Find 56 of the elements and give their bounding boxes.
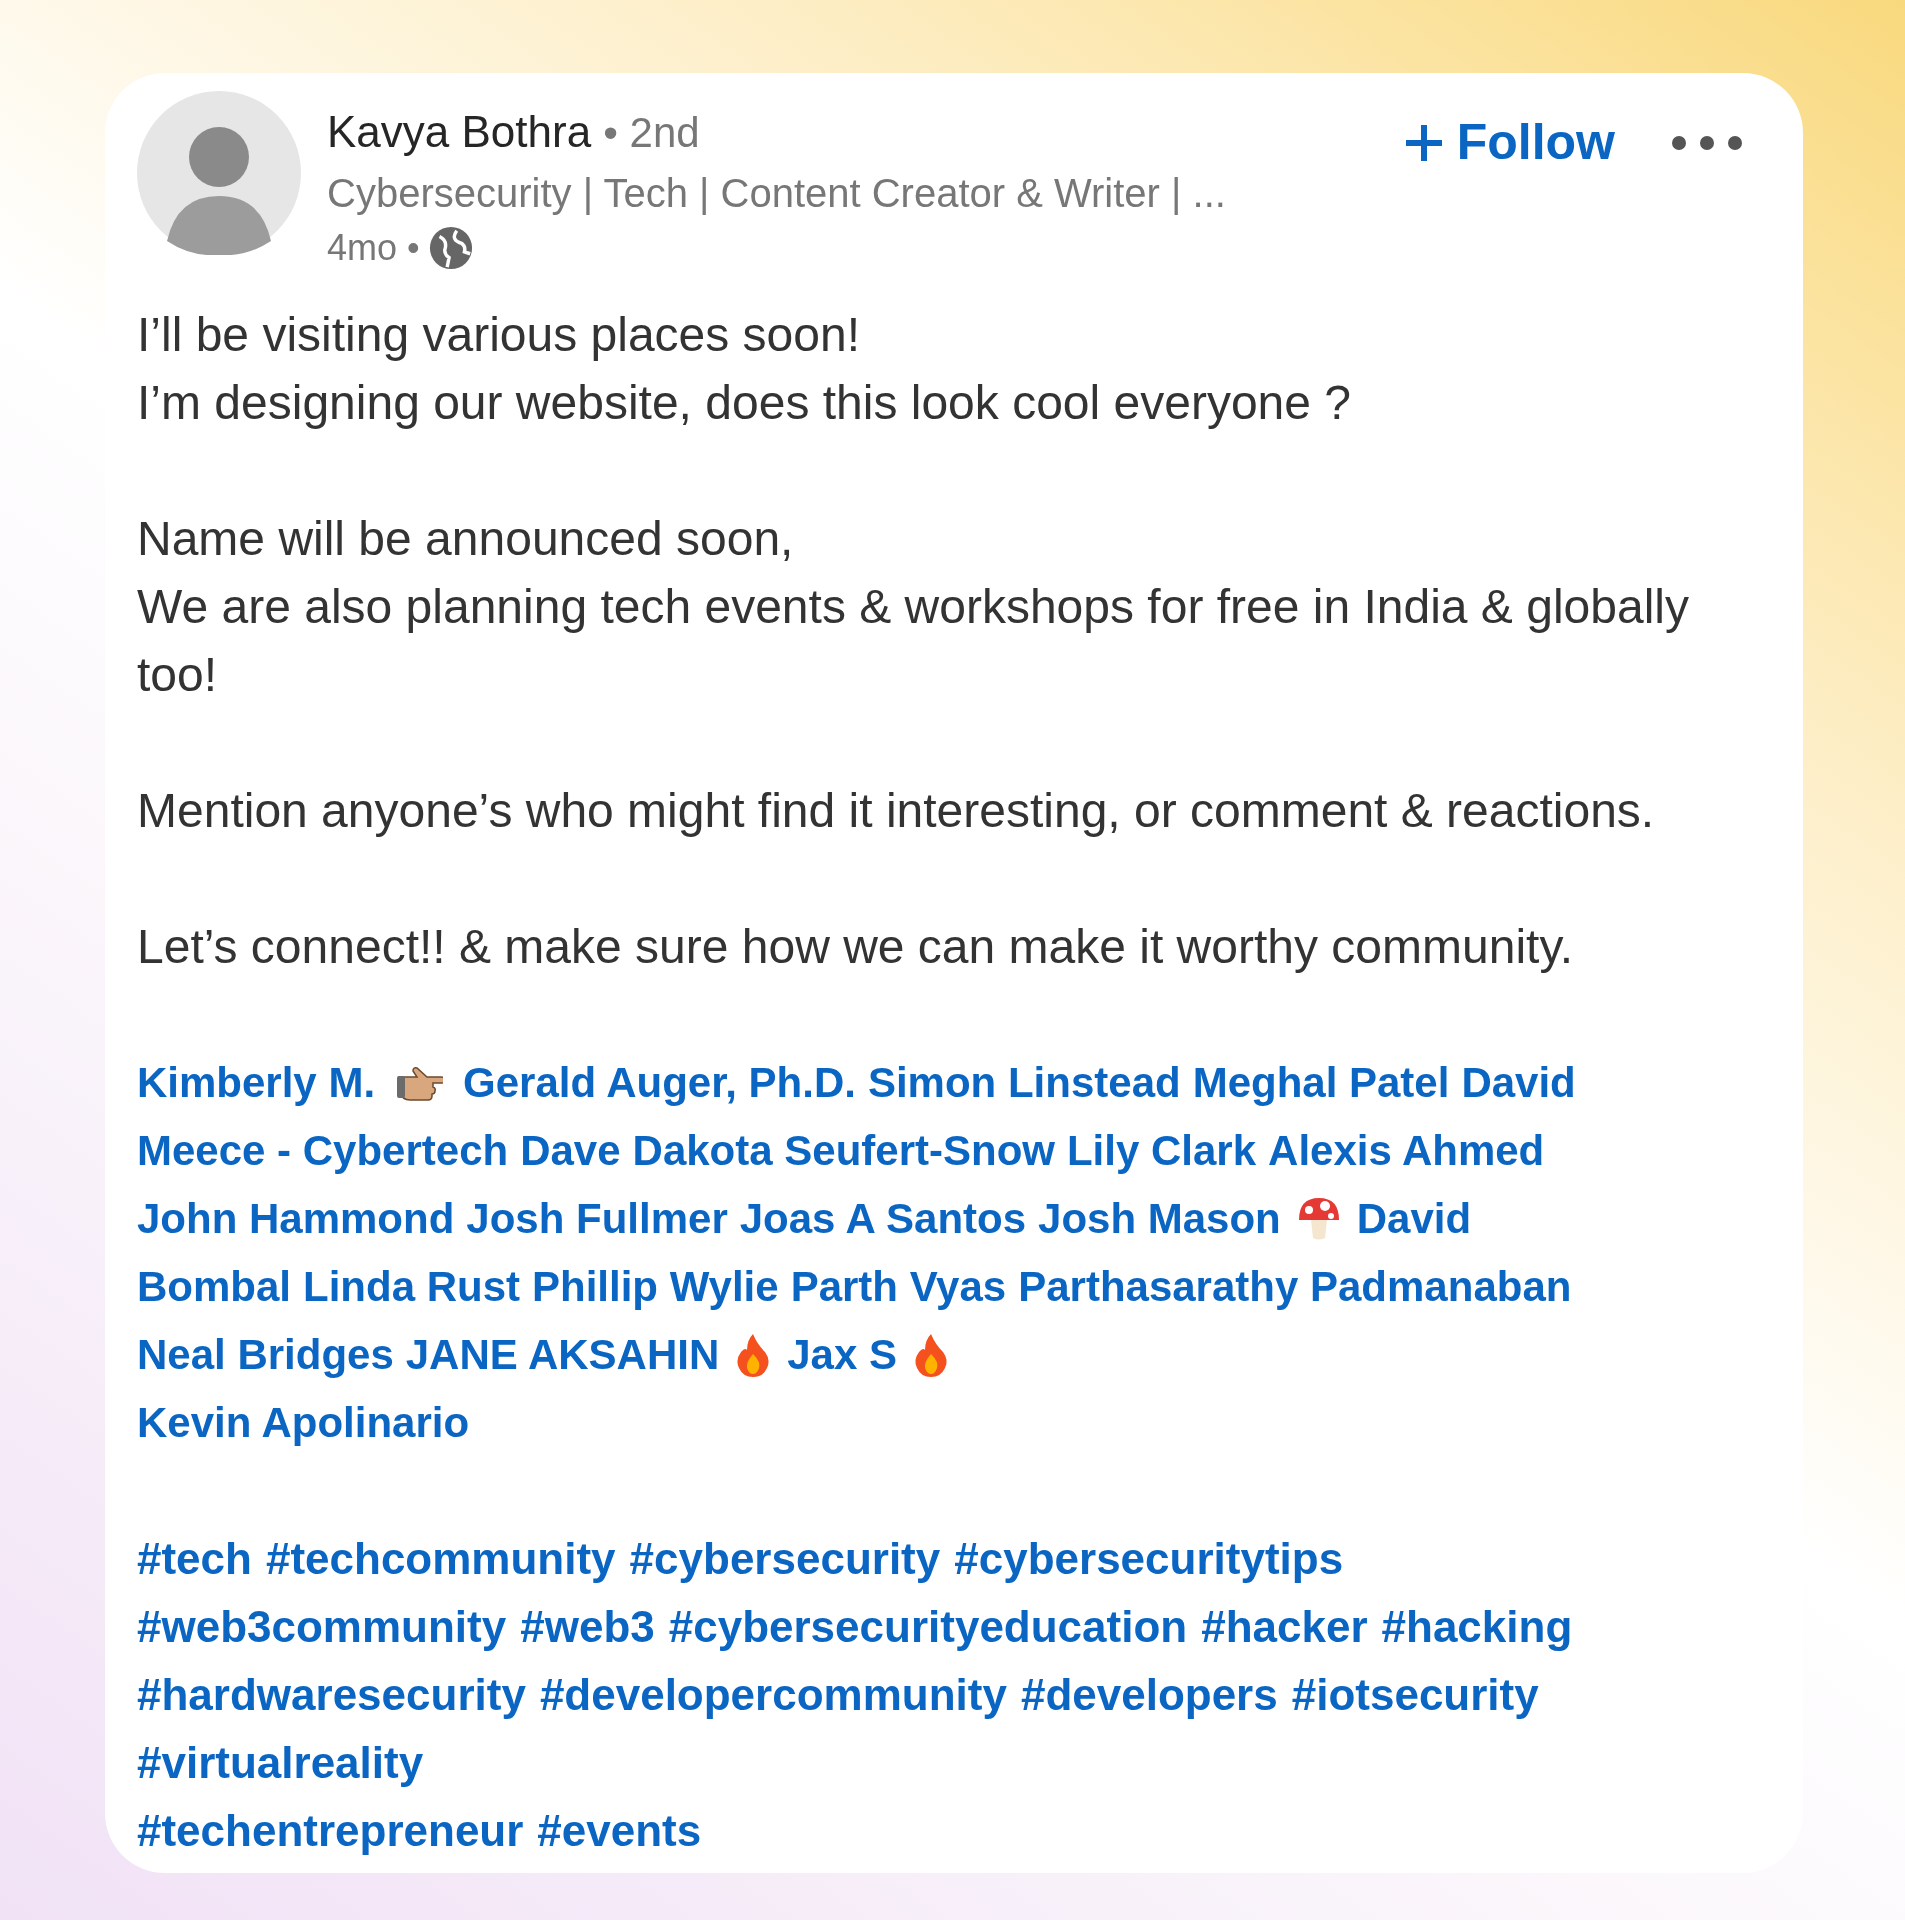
mention-link[interactable]: Simon Linstead [867,1049,1181,1117]
hashtag-link[interactable]: #developers [1020,1661,1278,1729]
mention-link[interactable]: Alexis Ahmed [1268,1117,1545,1185]
hashtag-link[interactable]: #virtualreality [137,1729,424,1797]
hashtag-link[interactable]: #tech [137,1525,252,1593]
mention-link[interactable]: John Hammond [137,1185,455,1253]
follow-button[interactable]: Follow [1402,105,1615,180]
mention-link[interactable]: David [1461,1049,1576,1117]
mention-link[interactable]: David [1356,1185,1472,1253]
post-text: Name will be announced soon, [137,511,795,567]
author-name[interactable]: Kavya Bothra [327,99,592,165]
hashtag-link[interactable]: #developercommunity [539,1661,1007,1729]
post-text: Mention anyone’s who might find it interesting, or comment & reactions. [137,783,1656,839]
mention-link[interactable]: Lily Clark [1066,1117,1257,1185]
hashtag-link[interactable]: #cybersecurity [629,1525,941,1593]
connection-degree: • 2nd [603,108,700,158]
mention-link[interactable]: Neal Bridges [137,1321,394,1389]
hashtag-link[interactable]: #hacker [1201,1593,1368,1661]
mention-link[interactable]: Meece - Cybertech [137,1117,509,1185]
hashtag-link[interactable]: #hardwaresecurity [137,1661,526,1729]
hashtag-link[interactable]: #web3community [137,1593,507,1661]
hashtag-link[interactable]: #techcommunity [265,1525,616,1593]
post-text: I’ll be visiting various places soon! [137,307,862,363]
mention-link[interactable]: Parthasarathy Padmanaban [1018,1253,1572,1321]
hashtag-link[interactable]: #cybersecurityeducation [668,1593,1188,1661]
mention-link[interactable]: Gerald Auger, Ph.D. [463,1049,856,1117]
hashtag-link[interactable]: #web3 [520,1593,655,1661]
globe-icon [427,225,474,271]
flame-icon [735,1332,772,1378]
mention-link[interactable]: Parth Vyas [790,1253,1007,1321]
hashtag-link[interactable]: #techentrepreneur [137,1797,524,1865]
hashtag-link[interactable]: #iotsecurity [1291,1661,1539,1729]
mention-link[interactable]: Dave [520,1117,621,1185]
mention-link[interactable]: Meghal Patel [1192,1049,1450,1117]
mention-link[interactable]: Josh Mason [1038,1185,1281,1253]
mention-link[interactable]: Linda Rust [303,1253,520,1321]
post-text: Let’s connect!! & make sure how we can make it worthy community. [137,919,1575,975]
mention-link[interactable]: Bombal [137,1253,291,1321]
mention-link[interactable]: Kimberly M. [137,1049,376,1117]
avatar[interactable] [137,91,301,255]
author-headline: Cybersecurity | Tech | Content Creator & Writer | ... [327,170,1226,217]
flame-icon [913,1332,949,1378]
mention-link[interactable]: Joas A Santos [739,1185,1027,1253]
mention-link[interactable]: Dakota Seufert-Snow [632,1117,1055,1185]
hashtag-link[interactable]: #cybersecuritytips [954,1525,1344,1593]
mention-link[interactable]: Josh Fullmer [466,1185,728,1253]
post-text: We are also planning tech events & workshops for free in India & globally too! [137,579,1690,703]
hashtag-link[interactable]: #hacking [1381,1593,1573,1661]
mention-link[interactable]: JANE AKSAHIN [405,1321,720,1389]
post-time: 4mo • [327,226,420,270]
post-text: I’m designing our website, does this look cool everyone ? [137,375,1352,431]
mushroom-icon [1296,1196,1341,1242]
hashtag-link[interactable]: #events [537,1797,702,1865]
mention-link[interactable]: Jax S [787,1321,897,1389]
mention-link[interactable]: Kevin Apolinario [137,1389,470,1457]
mention-link[interactable]: Phillip Wylie [532,1253,779,1321]
